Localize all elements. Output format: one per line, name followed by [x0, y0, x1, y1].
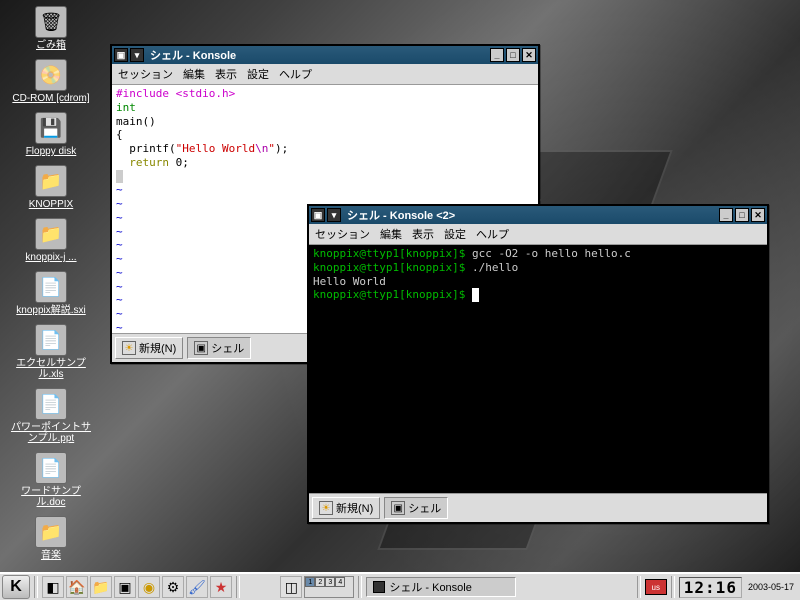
panel-launcher-7[interactable]: 🖌: [186, 576, 208, 598]
panel-launcher-2[interactable]: 🏠: [66, 576, 88, 598]
desktop-icon-label: KNOPPIX: [29, 199, 73, 210]
desktop-icon-image: 🗑: [35, 6, 67, 38]
desktop-icon-label: ごみ箱: [36, 40, 66, 51]
keyboard-layout-indicator[interactable]: us: [645, 579, 667, 595]
menu-item[interactable]: 編集: [183, 66, 205, 82]
taskbar-entry[interactable]: シェル - Konsole: [366, 577, 516, 597]
desktop-icon[interactable]: 📄エクセルサンプル.xls: [6, 322, 96, 382]
panel-date: 2003-05-17: [744, 582, 798, 592]
titlebar[interactable]: ▣ ▾ シェル - Konsole <2> _ □ ✕: [309, 206, 767, 224]
task-icon: [373, 581, 385, 593]
window-title: シェル - Konsole <2>: [343, 207, 717, 223]
pager-desktop-2[interactable]: 2: [315, 577, 325, 587]
desktop-icon[interactable]: 📁 KNOPPIX: [6, 163, 96, 212]
kmenu-button[interactable]: K: [2, 575, 30, 599]
menu-item[interactable]: 編集: [380, 226, 402, 242]
desktop-icon-label: CD-ROM [cdrom]: [12, 93, 89, 104]
tab-bar: ☀新規(N) ▣シェル: [309, 493, 767, 522]
menu-item[interactable]: セッション: [315, 226, 370, 242]
shell-tab[interactable]: ▣シェル: [384, 497, 448, 519]
menu-item[interactable]: 表示: [412, 226, 434, 242]
close-button[interactable]: ✕: [751, 208, 765, 222]
desktop-icon-image: 📀: [35, 59, 67, 91]
desktop-icon[interactable]: 📀 CD-ROM [cdrom]: [6, 57, 96, 106]
titlebar[interactable]: ▣ ▾ シェル - Konsole _ □ ✕: [112, 46, 538, 64]
desktop-icon[interactable]: 🗑 ごみ箱: [6, 4, 96, 53]
desktop-icon[interactable]: 📁 音楽: [6, 514, 96, 563]
pager-desktop-3[interactable]: 3: [325, 577, 335, 587]
kde-panel: K ◧ 🏠 📁 ▣ ◉ ⚙ 🖌 ★ ◫ 1234 シェル - Konsole u…: [0, 572, 800, 600]
desktop-icon-label: knoppix解説.sxi: [16, 305, 85, 316]
terminal-content[interactable]: knoppix@ttyp1[knoppix]$ gcc -O2 -o hello…: [309, 245, 767, 493]
desktop-icon-image: 💾: [35, 112, 67, 144]
window-title: シェル - Konsole: [146, 47, 488, 63]
terminal-cursor: [472, 288, 479, 302]
pager-desktop-4[interactable]: 4: [335, 577, 345, 587]
panel-launcher-4[interactable]: ▣: [114, 576, 136, 598]
desktop-icon[interactable]: 📁 knoppix-j ...: [6, 216, 96, 265]
menu-item[interactable]: セッション: [118, 66, 173, 82]
desktop-icon-label: knoppix-j ...: [25, 252, 76, 263]
desktop-icon-image: 📄: [35, 271, 67, 303]
desktop-pager[interactable]: 1234: [304, 576, 354, 598]
shell-tab[interactable]: ▣シェル: [187, 337, 251, 359]
desktop-icon-image: 📄: [35, 388, 67, 420]
close-button[interactable]: ✕: [522, 48, 536, 62]
menu-item[interactable]: 設定: [444, 226, 466, 242]
panel-clock[interactable]: 12:16: [679, 577, 742, 598]
window-menu-icon[interactable]: ▾: [130, 48, 144, 62]
desktop-icon-image: 📄: [35, 452, 67, 484]
maximize-button[interactable]: □: [735, 208, 749, 222]
desktop-icon-image: 📁: [35, 165, 67, 197]
minimize-button[interactable]: _: [490, 48, 504, 62]
desktop-icon-label: エクセルサンプル.xls: [8, 358, 94, 380]
menu-item[interactable]: ヘルプ: [476, 226, 509, 242]
window-menu-icon[interactable]: ▾: [327, 208, 341, 222]
show-desktop-button[interactable]: ◫: [280, 576, 302, 598]
desktop-icon[interactable]: 📄 knoppix解説.sxi: [6, 269, 96, 318]
panel-launcher-8[interactable]: ★: [210, 576, 232, 598]
menu-item[interactable]: 表示: [215, 66, 237, 82]
new-tab-button[interactable]: ☀新規(N): [115, 337, 183, 359]
window-icon: ▣: [311, 208, 325, 222]
desktop-icon-label: Floppy disk: [26, 146, 77, 157]
task-label: シェル - Konsole: [389, 579, 472, 595]
menubar: セッション編集表示設定ヘルプ: [309, 224, 767, 245]
window-icon: ▣: [114, 48, 128, 62]
menu-item[interactable]: 設定: [247, 66, 269, 82]
desktop-icon[interactable]: 📄ワードサンプル.doc: [6, 450, 96, 510]
desktop-icons-area: 🗑ごみ箱📀CD-ROM [cdrom]💾Floppy disk📁KNOPPIX📁…: [6, 4, 96, 563]
desktop-icon-label: パワーポイントサンプル.ppt: [8, 422, 94, 444]
desktop-icon[interactable]: 💾 Floppy disk: [6, 110, 96, 159]
panel-launcher-1[interactable]: ◧: [42, 576, 64, 598]
desktop-icon-label: ワードサンプル.doc: [8, 486, 94, 508]
panel-launcher-5[interactable]: ◉: [138, 576, 160, 598]
desktop-icon[interactable]: 📄パワーポイントサンプル.ppt: [6, 386, 96, 446]
desktop-icon-image: 📁: [35, 516, 67, 548]
pager-desktop-1[interactable]: 1: [305, 577, 315, 587]
desktop-icon-image: 📁: [35, 218, 67, 250]
konsole-window-2[interactable]: ▣ ▾ シェル - Konsole <2> _ □ ✕ セッション編集表示設定ヘ…: [307, 204, 769, 524]
menubar: セッション編集表示設定ヘルプ: [112, 64, 538, 85]
maximize-button[interactable]: □: [506, 48, 520, 62]
desktop-icon-label: 音楽: [41, 550, 61, 561]
desktop-icon-image: 📄: [35, 324, 67, 356]
menu-item[interactable]: ヘルプ: [279, 66, 312, 82]
new-tab-button[interactable]: ☀新規(N): [312, 497, 380, 519]
panel-launcher-3[interactable]: 📁: [90, 576, 112, 598]
minimize-button[interactable]: _: [719, 208, 733, 222]
panel-launcher-6[interactable]: ⚙: [162, 576, 184, 598]
